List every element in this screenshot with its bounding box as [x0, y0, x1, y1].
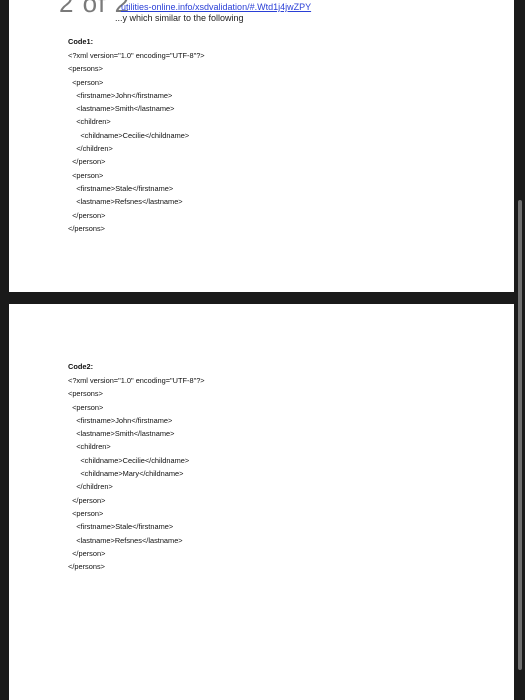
- source-url-link[interactable]: utilities-online.info/xsdvalidation/#.Wt…: [121, 2, 311, 12]
- question-text: ...y which similar to the following: [115, 13, 244, 23]
- document-page-2: Code2: <?xml version="1.0" encoding="UTF…: [9, 304, 514, 700]
- code-line: <childname>Cecilie</childname>: [68, 455, 190, 465]
- code-line: <?xml version="1.0" encoding="UTF-8"?>: [68, 376, 205, 385]
- code-line: </person>: [68, 157, 106, 167]
- code-line: </persons>: [68, 223, 105, 233]
- code-line: <?xml version="1.0" encoding="UTF-8"?>: [68, 51, 205, 60]
- code-line: <firstname>John</firstname>: [68, 90, 173, 100]
- code-line: <person>: [68, 508, 104, 518]
- code-line: <firstname>Stale</firstname>: [68, 522, 174, 532]
- code-line: <person>: [68, 402, 104, 412]
- code-line: <firstname>Stale</firstname>: [68, 183, 174, 193]
- code-line: <children>: [68, 442, 111, 452]
- code-line: </person>: [68, 495, 106, 505]
- code1-block: Code1: <?xml version="1.0" encoding="UTF…: [68, 35, 205, 235]
- document-page-1: 2 of 2 utilities-online.info/xsdvalidati…: [9, 0, 514, 292]
- code-line: </persons>: [68, 562, 105, 572]
- code1-title: Code1:: [68, 37, 94, 46]
- code-line: <children>: [68, 117, 111, 127]
- code-line: </person>: [68, 210, 106, 220]
- code-line: <lastname>Smith</lastname>: [68, 429, 175, 439]
- code-line: <childname>Mary</childname>: [68, 469, 184, 479]
- scrollbar-thumb[interactable]: [518, 200, 522, 670]
- code-line: <lastname>Refsnes</lastname>: [68, 535, 183, 545]
- code2-title: Code2:: [68, 362, 94, 371]
- code2-block: Code2: <?xml version="1.0" encoding="UTF…: [68, 360, 205, 573]
- code-line: <persons>: [68, 64, 103, 74]
- code-line: <person>: [68, 170, 104, 180]
- code-line: <person>: [68, 77, 104, 87]
- code-line: <childname>Cecilie</childname>: [68, 130, 190, 140]
- code-line: <persons>: [68, 389, 103, 399]
- code-line: <lastname>Smith</lastname>: [68, 104, 175, 114]
- code-line: <lastname>Refsnes</lastname>: [68, 197, 183, 207]
- code-line: </children>: [68, 144, 113, 154]
- code-line: </children>: [68, 482, 113, 492]
- code-line: </person>: [68, 548, 106, 558]
- code-line: <firstname>John</firstname>: [68, 415, 173, 425]
